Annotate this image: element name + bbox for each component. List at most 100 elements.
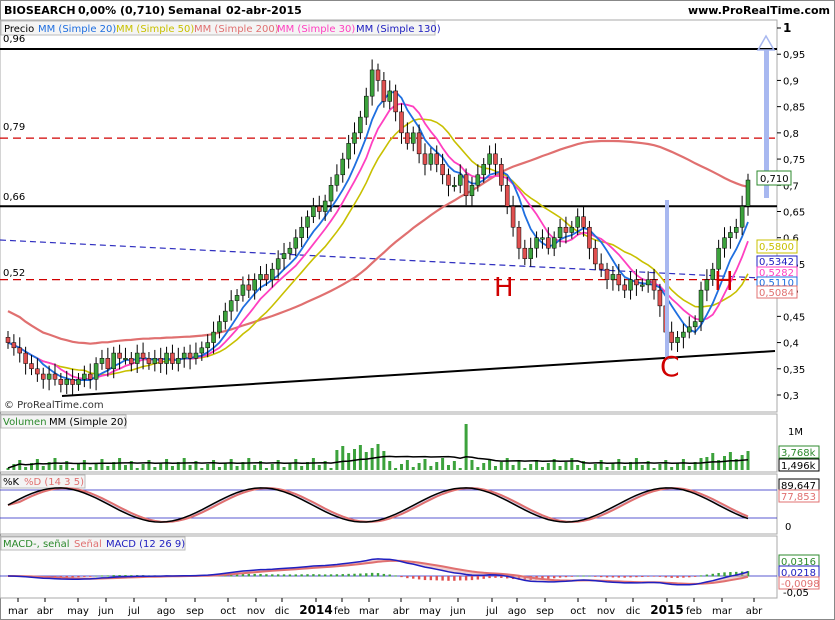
- macd-hist-bar: [112, 575, 115, 577]
- volume-bar: [100, 459, 104, 470]
- volume-bar: [288, 463, 292, 470]
- candle-body: [569, 226, 575, 233]
- candle-body: [481, 164, 486, 176]
- candle-body: [264, 274, 269, 280]
- volume-bar: [441, 458, 445, 470]
- volume-bar: [511, 465, 515, 470]
- macd-hist-bar: [259, 573, 262, 577]
- volume-bar: [617, 459, 621, 470]
- candle-body: [434, 153, 439, 165]
- candle-body: [158, 358, 163, 364]
- x-axis-label: dic: [626, 606, 641, 617]
- candle-body: [440, 164, 445, 176]
- macd-hist-bar: [658, 576, 662, 577]
- volume-bar: [570, 458, 574, 470]
- volume-bar: [35, 459, 39, 470]
- macd-hist-bar: [365, 573, 368, 577]
- macd-hist-label: MACD-, señal: [3, 539, 70, 550]
- candle-body: [722, 237, 727, 249]
- symbol-label: BIOSEARCH: [4, 4, 76, 17]
- candle-body: [557, 226, 563, 238]
- volume-bar: [235, 466, 239, 470]
- candle-body: [358, 116, 363, 134]
- candle-body: [734, 226, 739, 233]
- volume-bar: [159, 463, 163, 470]
- candle-body: [99, 358, 105, 364]
- y-tick-label: 0,9: [783, 76, 799, 87]
- highlight-bar-c: [665, 200, 669, 360]
- candle-body: [205, 342, 210, 349]
- candle-body: [645, 279, 651, 286]
- volume-bar: [464, 424, 468, 470]
- macd-hist-bar: [271, 574, 274, 577]
- volume-bar: [317, 465, 321, 470]
- volume-bar: [153, 467, 157, 470]
- candle-body: [540, 237, 545, 240]
- volume-bar: [523, 468, 527, 470]
- volume-bar: [458, 468, 462, 470]
- volume-bar: [505, 458, 509, 470]
- y-tick-label: 0,4: [783, 339, 799, 350]
- volume-bar: [640, 465, 644, 470]
- candle-body: [317, 206, 322, 212]
- volume-bar: [300, 466, 304, 470]
- candle-body: [387, 90, 392, 102]
- candle-body: [346, 143, 351, 160]
- candle-body: [587, 226, 592, 249]
- x-axis-label: jun: [97, 606, 113, 617]
- macd-hist-bar: [341, 574, 344, 577]
- macd-hist-bar: [323, 574, 327, 577]
- candle-body: [340, 158, 346, 176]
- copyright-label: © ProRealTime.com: [4, 400, 104, 411]
- candle-body: [46, 373, 52, 380]
- candle-body: [170, 352, 175, 364]
- volume-bar: [546, 463, 550, 470]
- candle-body: [275, 258, 281, 270]
- volume-bar: [476, 467, 480, 470]
- x-axis-label: oct: [570, 606, 586, 617]
- macd-hist-bar: [552, 576, 556, 579]
- candle-body: [311, 206, 316, 217]
- candle-body: [270, 268, 275, 280]
- candle-body: [487, 153, 492, 165]
- macd-hist-bar: [693, 576, 697, 577]
- annotation-h-left: H: [494, 273, 514, 303]
- candle-body: [217, 321, 222, 333]
- x-axis-label: sep: [536, 606, 554, 617]
- volume-bar: [652, 468, 656, 470]
- macd-hist-bar: [329, 574, 333, 577]
- candle-body: [193, 352, 199, 359]
- volume-bar: [123, 465, 127, 470]
- macd-hist-bar: [682, 576, 685, 578]
- macd-hist-bar: [83, 576, 86, 577]
- macd-hist-bar: [276, 574, 280, 577]
- volume-bar: [493, 466, 497, 470]
- volume-bar: [335, 450, 339, 470]
- legend-mm50: MM (Simple 50): [116, 24, 194, 35]
- volume-bar: [270, 464, 274, 470]
- candle-body: [504, 185, 510, 207]
- x-axis-label: mar: [712, 606, 733, 617]
- macd-hist-bar: [429, 576, 433, 581]
- annotation-h-right: H: [714, 267, 734, 297]
- legend-mm200: MM (Simple 200): [194, 24, 279, 35]
- volume-label: Volumen: [3, 417, 47, 428]
- macd-hist-bar: [576, 575, 579, 577]
- macd-hist-bar: [312, 574, 315, 577]
- macd-hist-bar: [353, 573, 356, 577]
- candle-body: [428, 153, 434, 165]
- stoch-tick-0: 0: [785, 522, 791, 533]
- candle-body: [581, 216, 586, 228]
- candle-body: [681, 331, 686, 338]
- stochastic-panel: %K %D (14 3 5) 89,647 77,853 0: [0, 473, 820, 535]
- volume-bar: [699, 458, 703, 470]
- macd-hist-bar: [77, 576, 80, 578]
- volume-bar: [118, 458, 122, 470]
- macd-hist-bar: [688, 576, 691, 578]
- volume-bar: [411, 467, 415, 470]
- macd-hist-bar: [388, 574, 391, 577]
- volume-bar: [170, 466, 174, 470]
- volume-bar: [106, 466, 110, 470]
- x-axis-label: may: [419, 606, 441, 617]
- candle-body: [475, 174, 481, 186]
